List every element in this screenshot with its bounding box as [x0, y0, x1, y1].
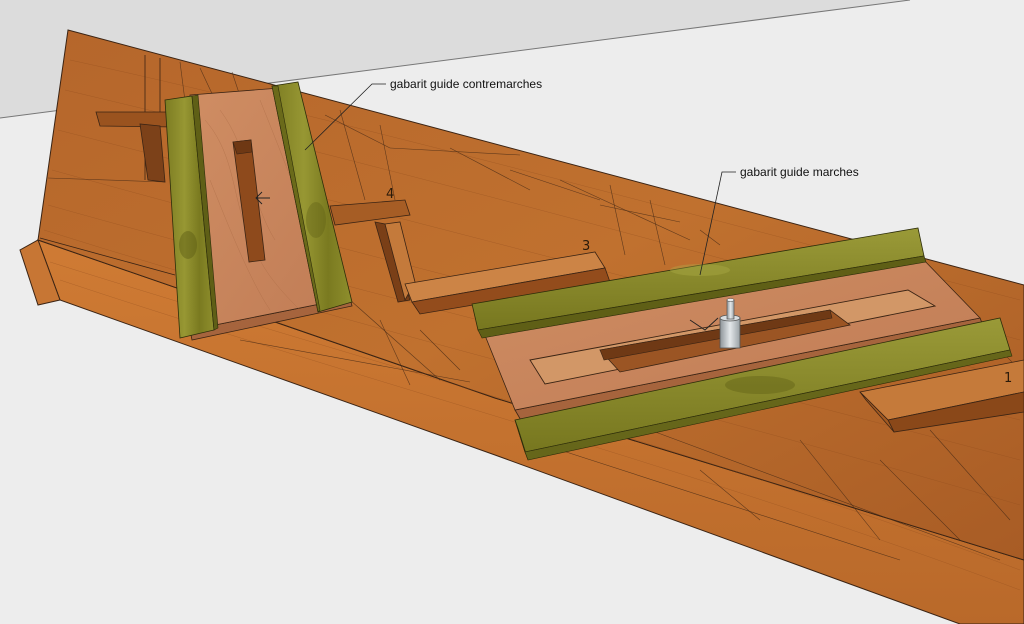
stair-jig-3d-drawing: 4 3 1 gabarit guide contremarches gabari…: [0, 0, 1024, 624]
label-tread-jig: gabarit guide marches: [740, 165, 859, 179]
step-number-1: 1: [1004, 371, 1012, 386]
step-number-3: 3: [582, 239, 590, 254]
label-riser-jig: gabarit guide contremarches: [390, 77, 542, 91]
step-number-4: 4: [386, 187, 394, 202]
